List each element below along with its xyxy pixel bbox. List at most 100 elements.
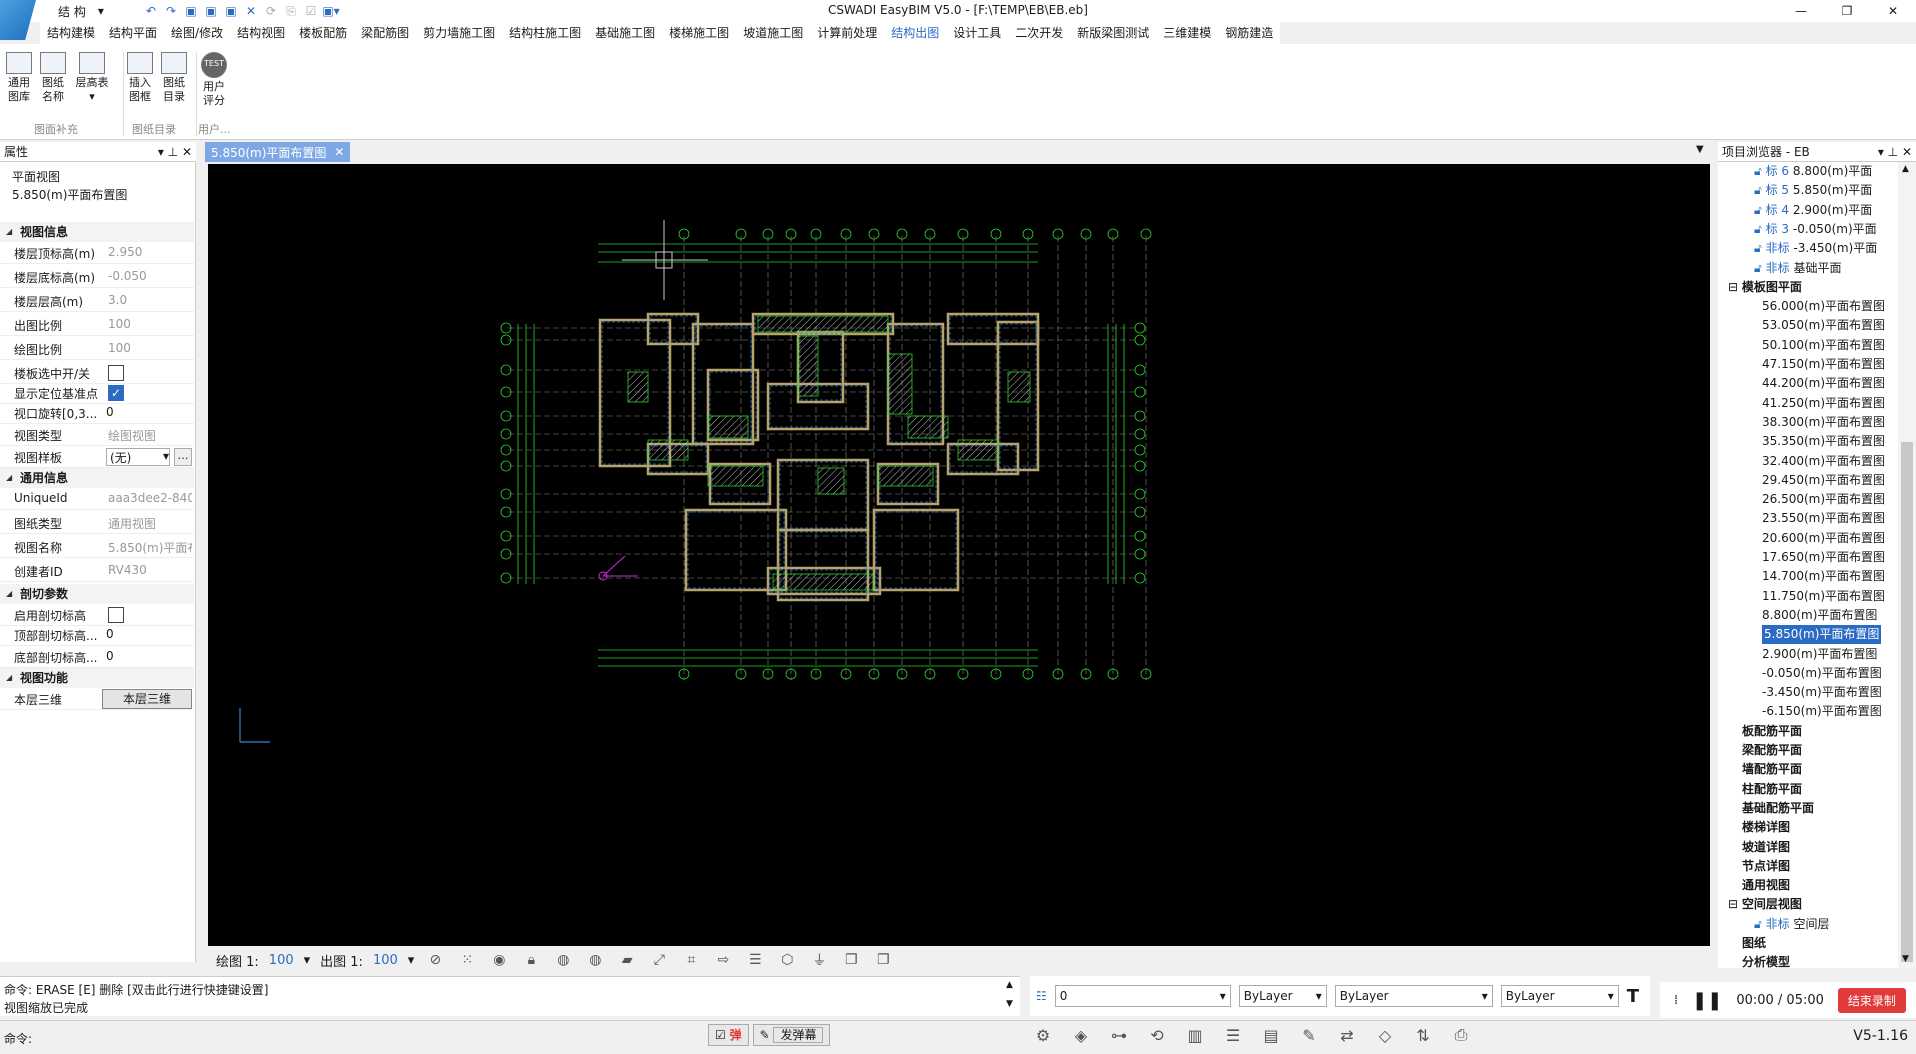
tree-plan-item[interactable]: 44.200(m)平面布置图	[1762, 374, 1885, 393]
menu-tab[interactable]: 新版梁图测试	[1070, 22, 1156, 44]
prop-output-scale[interactable]: 出图比例 100	[0, 314, 194, 336]
menu-tab[interactable]: 结构平面	[102, 22, 164, 44]
lock-icon[interactable]: 🔒︎	[520, 950, 542, 970]
prop-creator[interactable]: 创建者ID RV430	[0, 560, 194, 582]
tree-group-template[interactable]: ⊟ 模板图平面	[1728, 278, 1802, 297]
insert-frame-button[interactable]: 插入 图框	[124, 52, 156, 104]
layer-manager-icon[interactable]: ☷	[1036, 989, 1047, 1003]
visibility-off-icon[interactable]: ⊘	[424, 950, 446, 970]
output-scale-select[interactable]: 100	[373, 953, 398, 968]
tree-plan-item[interactable]: 14.700(m)平面布置图	[1762, 567, 1885, 586]
menu-tab[interactable]: 结构视图	[230, 22, 292, 44]
menu-tab[interactable]: 梁配筋图	[354, 22, 416, 44]
tree-plan-item[interactable]: 5.850(m)平面布置图	[1762, 625, 1882, 645]
tree-std-level[interactable]: 🔓︎ 标 6 8.800(m)平面	[1754, 162, 1872, 181]
browse-template-button[interactable]: …	[174, 448, 192, 466]
tree-plan-item[interactable]: 50.100(m)平面布置图	[1762, 336, 1885, 355]
tree-std-level[interactable]: 🔓︎ 标 3 -0.050(m)平面	[1754, 220, 1877, 239]
tree-plan-item[interactable]: 35.350(m)平面布置图	[1762, 432, 1885, 451]
dropdown-arrow-icon[interactable]: ▾	[304, 953, 311, 968]
floor-3d-button[interactable]: 本层三维	[102, 689, 192, 709]
command-prompt[interactable]: 命令:	[4, 1030, 32, 1047]
menu-tab[interactable]: 钢筋建造	[1218, 22, 1280, 44]
close-panel-icon[interactable]: ✕	[1902, 145, 1912, 159]
tree-plan-item[interactable]: 26.500(m)平面布置图	[1762, 490, 1885, 509]
view-template-select[interactable]: (无) ▾	[106, 448, 170, 466]
grid-icon[interactable]: ⁙	[456, 950, 478, 970]
tab-list-icon[interactable]: ▼	[1696, 144, 1704, 155]
tree-group[interactable]: 柱配筋平面	[1742, 780, 1802, 799]
book-icon[interactable]: ▥	[1182, 1022, 1208, 1048]
scroll-up-icon[interactable]: ▲	[1006, 980, 1013, 990]
floor-height-table-button[interactable]: 层高表 ▾	[74, 52, 110, 104]
link-icon[interactable]: ⇄	[1334, 1022, 1360, 1048]
cube-icon[interactable]: ⬡	[776, 950, 798, 970]
stop-recording-button[interactable]: 结束录制	[1837, 987, 1906, 1013]
crop-icon[interactable]: ⌗	[680, 950, 702, 970]
snap2-icon[interactable]: ◍	[584, 950, 606, 970]
tag-icon[interactable]: ◇	[1372, 1022, 1398, 1048]
tree-group[interactable]: 基础配筋平面	[1742, 799, 1814, 818]
tree-plan-item[interactable]: 56.000(m)平面布置图	[1762, 297, 1885, 316]
general-library-button[interactable]: 通用 图库	[3, 52, 35, 104]
tree-plan-item[interactable]: 23.550(m)平面布置图	[1762, 509, 1885, 528]
tree-plan-item[interactable]: 20.600(m)平面布置图	[1762, 529, 1885, 548]
minimize-icon[interactable]: —	[1778, 0, 1824, 22]
lineweight-select[interactable]: ByLayer ▾	[1500, 985, 1619, 1007]
tree-std-level[interactable]: 🔓︎ 非标 -3.450(m)平面	[1754, 239, 1877, 258]
tree-plan-item[interactable]: 17.650(m)平面布置图	[1762, 548, 1885, 567]
tree-plan-item[interactable]: 11.750(m)平面布置图	[1762, 587, 1885, 606]
linetype-select[interactable]: ByLayer ▾	[1334, 985, 1493, 1007]
drawing-canvas[interactable]	[208, 164, 1710, 946]
scroll-thumb[interactable]	[1901, 442, 1913, 962]
tree-plan-item[interactable]: 8.800(m)平面布置图	[1762, 606, 1877, 625]
popup-toggle[interactable]: ☑ 弹	[708, 1024, 749, 1046]
menu-tab[interactable]: 基础施工图	[588, 22, 662, 44]
close-panel-icon[interactable]: ✕	[182, 145, 192, 159]
section-cut-params[interactable]: 剖切参数	[0, 584, 194, 604]
prop-view-name[interactable]: 视图名称 5.850(m)平面布	[0, 536, 194, 558]
tree-group[interactable]: 坡道详图	[1742, 838, 1790, 857]
pin-icon[interactable]: ▾ ⊥	[158, 145, 178, 159]
tree-group-space[interactable]: ⊟ 空间层视图	[1728, 895, 1802, 914]
prop-sheet-type[interactable]: 图纸类型 通用视图	[0, 512, 194, 534]
menu-tab[interactable]: 楼梯施工图	[662, 22, 736, 44]
pin-icon[interactable]: ▾ ⊥	[1878, 145, 1898, 159]
tree-group[interactable]: 通用视图	[1742, 876, 1790, 895]
menu-tab[interactable]: 坡道施工图	[736, 22, 810, 44]
tree-space-item[interactable]: 🔓︎ 非标 空间层	[1754, 915, 1829, 934]
sync-icon[interactable]: ⇅	[1410, 1022, 1436, 1048]
prop-rotation[interactable]: 视口旋转[0,3... 0	[0, 402, 194, 424]
sheet-catalog-button[interactable]: 图纸 目录	[158, 52, 190, 104]
layers-icon[interactable]: ◈	[1068, 1022, 1094, 1048]
layer-icon[interactable]: ▰	[616, 950, 638, 970]
draw-scale-select[interactable]: 100	[269, 953, 294, 968]
settings-icon[interactable]: ⚙	[1030, 1022, 1056, 1048]
print-icon[interactable]: ⎙	[1448, 1022, 1474, 1048]
tree-plan-item[interactable]: 2.900(m)平面布置图	[1762, 645, 1877, 664]
drag-handle-icon[interactable]: ⁞	[1674, 993, 1678, 1008]
prop-floor-height[interactable]: 楼层层高(m) 3.0	[0, 290, 194, 312]
lines-icon[interactable]: ☰	[744, 950, 766, 970]
layer-select[interactable]: 0 ▾	[1054, 985, 1231, 1007]
rotate-icon[interactable]: ⟲	[1144, 1022, 1170, 1048]
color-select[interactable]: ByLayer ▾	[1238, 985, 1327, 1007]
tree-plan-item[interactable]: -3.450(m)平面布置图	[1762, 683, 1882, 702]
tree-plan-item[interactable]: 47.150(m)平面布置图	[1762, 355, 1885, 374]
tree-group[interactable]: 墙配筋平面	[1742, 760, 1802, 779]
tree-icon[interactable]: ⊶	[1106, 1022, 1132, 1048]
tree-group[interactable]: 楼梯详图	[1742, 818, 1790, 837]
tree-plan-item[interactable]: -0.050(m)平面布置图	[1762, 664, 1882, 683]
list-icon[interactable]: ☰	[1220, 1022, 1246, 1048]
prop-top-elev[interactable]: 楼层顶标高(m) 2.950	[0, 242, 194, 264]
tree-group[interactable]: 板配筋平面	[1742, 722, 1802, 741]
section-view-func[interactable]: 视图功能	[0, 668, 194, 688]
menu-tab[interactable]: 三维建模	[1156, 22, 1218, 44]
prop-unique-id[interactable]: UniqueId aaa3dee2-840	[0, 488, 194, 510]
tree-std-level[interactable]: 🔓︎ 标 5 5.850(m)平面	[1754, 181, 1872, 200]
window-icon[interactable]: ❐	[840, 950, 862, 970]
tree-plan-item[interactable]: -6.150(m)平面布置图	[1762, 702, 1882, 721]
snap-icon[interactable]: ◍	[552, 950, 574, 970]
sheet-name-button[interactable]: 图纸 名称	[37, 52, 69, 104]
tree-group[interactable]: 梁配筋平面	[1742, 741, 1802, 760]
